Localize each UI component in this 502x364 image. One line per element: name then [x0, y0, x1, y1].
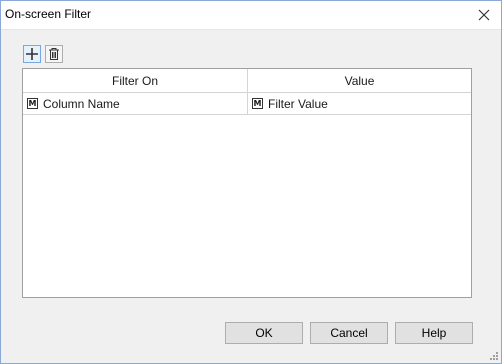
filter-grid: Filter On Value M Column Name M Filter V… [22, 68, 472, 298]
close-icon [478, 9, 490, 21]
add-filter-button[interactable] [23, 45, 41, 63]
value-text: Filter Value [268, 96, 328, 111]
title-bar[interactable]: On-screen Filter [1, 1, 501, 30]
dialog-title: On-screen Filter [5, 7, 92, 21]
field-badge-icon: M [27, 98, 38, 109]
resize-grip-icon[interactable] [489, 351, 499, 361]
filter-on-value: Column Name [43, 96, 120, 111]
ok-button[interactable]: OK [225, 322, 303, 344]
column-header-label: Value [344, 73, 375, 88]
cancel-button[interactable]: Cancel [310, 322, 388, 344]
help-button[interactable]: Help [395, 322, 473, 344]
delete-filter-button[interactable] [45, 45, 63, 63]
field-badge-icon: M [252, 98, 263, 109]
column-header-filter-on[interactable]: Filter On [23, 69, 248, 93]
filter-on-cell[interactable]: M Column Name [23, 93, 248, 115]
plus-icon [26, 48, 38, 60]
trash-icon [49, 48, 59, 60]
column-header-value[interactable]: Value [248, 69, 471, 93]
close-button[interactable] [473, 4, 495, 26]
on-screen-filter-dialog: On-screen Filter Filter On Value M Colum… [0, 0, 502, 364]
column-header-label: Filter On [111, 73, 158, 88]
value-cell[interactable]: M Filter Value [248, 93, 471, 115]
